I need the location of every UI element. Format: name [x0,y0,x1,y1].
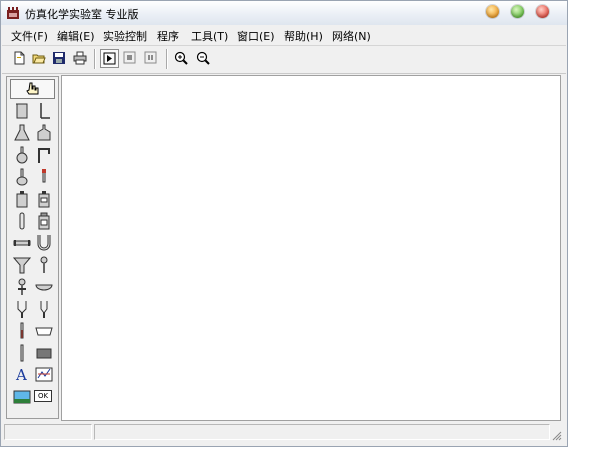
chart-tool-icon[interactable] [35,366,53,384]
ok-button[interactable]: OK [34,390,52,402]
apparatus-palette: A OK [6,76,59,419]
zoom-in-button[interactable] [172,49,191,68]
iron-stand-icon[interactable] [35,102,53,120]
stop-icon [123,51,136,64]
maximize-button[interactable] [511,5,524,18]
zoom-out-button[interactable] [194,49,213,68]
image-tool-icon[interactable] [13,388,31,406]
toolbar [2,45,566,74]
window-title: 仿真化学实验室 专业版 [25,8,139,21]
horizontal-tube-icon[interactable] [13,234,31,252]
gas-jar-icon[interactable] [35,212,53,230]
menu-window[interactable]: 窗口(E) [237,28,275,44]
separatory-funnel-icon[interactable] [13,278,31,296]
thermometer-icon[interactable] [13,322,31,340]
pause-button[interactable] [142,49,161,68]
zoom-out-icon [196,51,210,65]
menu-bar: 文件(F) 编辑(E) 实验控制 程序 工具(T) 窗口(E) 帮助(H) 网络… [2,26,566,44]
toolbar-separator [166,49,168,69]
wash-bottle-icon[interactable] [35,190,53,208]
reagent-bottle-icon[interactable] [13,190,31,208]
zoom-in-icon [174,51,188,65]
title-bar[interactable]: 仿真化学实验室 专业版 [1,1,567,25]
block-icon[interactable] [35,344,53,362]
test-tube-icon[interactable] [13,212,31,230]
app-window: 仿真化学实验室 专业版 文件(F) 编辑(E) 实验控制 程序 工具(T) 窗口… [0,0,568,447]
status-bar [2,422,566,444]
u-tube-icon[interactable] [35,234,53,252]
menu-help[interactable]: 帮助(H) [284,28,323,44]
burette-2-icon[interactable] [35,300,53,318]
beaker-icon[interactable] [13,102,31,120]
pause-icon [144,51,157,64]
menu-edit[interactable]: 编辑(E) [57,28,95,44]
menu-tools[interactable]: 工具(T) [191,28,228,44]
new-document-icon [14,51,25,65]
experiment-canvas[interactable] [61,75,561,421]
pointer-tool[interactable] [10,79,55,99]
flat-flask-icon[interactable] [13,168,31,186]
conical-flask-icon[interactable] [13,124,31,142]
run-button[interactable] [100,49,119,68]
dropper-icon[interactable] [35,168,53,186]
text-tool[interactable]: A [16,366,27,384]
print-icon [73,51,87,65]
burette-icon[interactable] [13,300,31,318]
spoon-icon[interactable] [35,256,53,274]
menu-program[interactable]: 程序 [157,28,179,44]
open-button[interactable] [30,49,49,68]
save-button[interactable] [50,49,69,68]
status-pane-2 [94,424,550,440]
hand-pointer-icon [26,82,39,95]
new-button[interactable] [10,49,29,68]
evaporating-dish-icon[interactable] [35,278,53,296]
status-pane-1 [4,424,92,440]
glass-plate-icon[interactable] [35,322,53,340]
bent-tube-icon[interactable] [35,146,53,164]
play-icon [103,52,116,65]
gas-bottle-icon[interactable] [35,124,53,142]
stop-button[interactable] [121,49,140,68]
funnel-icon[interactable] [13,256,31,274]
glass-rod-icon[interactable] [13,344,31,362]
round-flask-icon[interactable] [13,146,31,164]
menu-experiment[interactable]: 实验控制 [103,28,147,44]
print-button[interactable] [71,49,90,68]
open-folder-icon [32,54,46,64]
save-disk-icon [53,52,65,64]
menu-file[interactable]: 文件(F) [11,28,48,44]
close-button[interactable] [536,5,549,18]
app-logo-icon [7,7,19,19]
minimize-button[interactable] [486,5,499,18]
resize-grip-icon[interactable] [551,430,562,441]
menu-network[interactable]: 网络(N) [332,28,371,44]
toolbar-separator [94,49,96,69]
